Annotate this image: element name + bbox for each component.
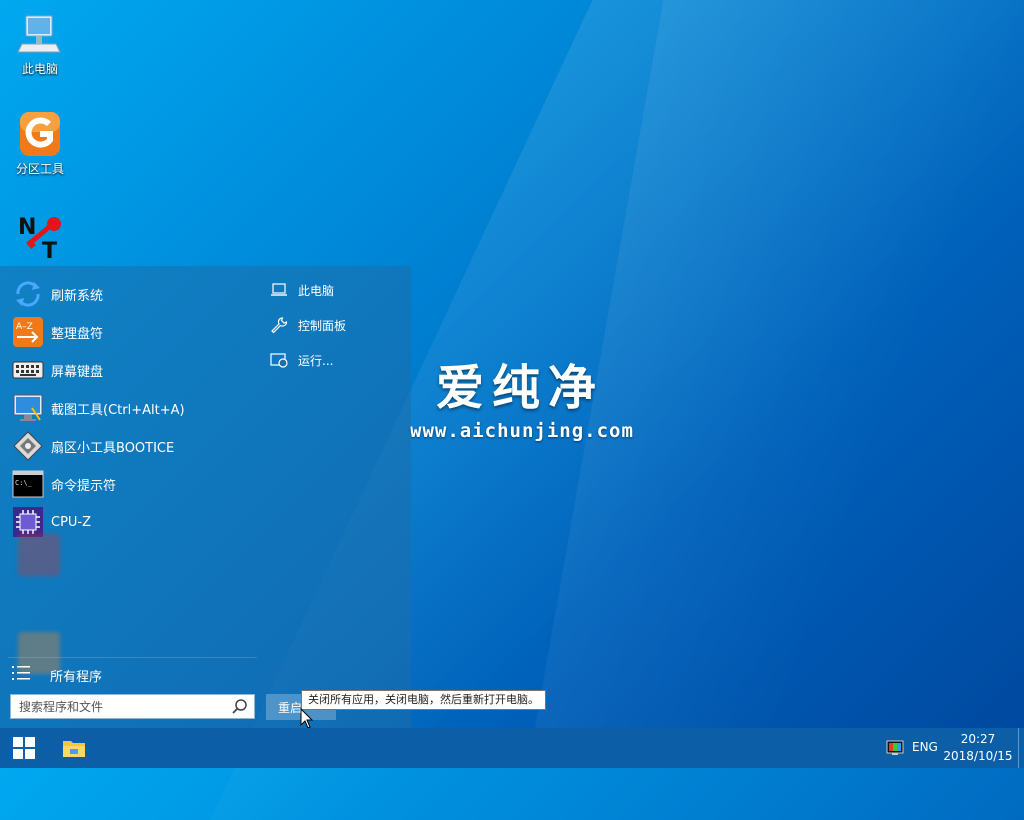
- start-menu-app-list: 刷新系统 A–Z 整理盘符 屏幕键盘 截图工具(Ctrl+Alt+A) 扇区小工…: [0, 266, 257, 728]
- clock-date: 2018/10/15: [943, 749, 1013, 763]
- input-language-indicator[interactable]: ENG: [912, 740, 938, 754]
- blurred-desktop-icon: [18, 534, 60, 576]
- app-item-label: 命令提示符: [51, 478, 117, 494]
- desktop-icon-label: 分区工具: [15, 162, 64, 176]
- app-item-bootice[interactable]: 扇区小工具BOOTICE: [12, 429, 252, 463]
- partition-tool-icon: [16, 110, 64, 158]
- computer-icon: [16, 10, 64, 58]
- app-item-label: CPU-Z: [51, 514, 92, 530]
- run-icon: [270, 351, 288, 369]
- restart-tooltip: 关闭所有应用，关闭电脑，然后重新打开电脑。: [301, 690, 546, 710]
- start-menu: 刷新系统 A–Z 整理盘符 屏幕键盘 截图工具(Ctrl+Alt+A) 扇区小工…: [0, 266, 411, 728]
- start-menu-divider: [8, 657, 257, 658]
- app-item-label: 截图工具(Ctrl+Alt+A): [51, 402, 185, 418]
- all-programs-label: 所有程序: [50, 669, 103, 685]
- desktop-icon-this-pc[interactable]: 此电脑: [10, 10, 70, 77]
- search-icon[interactable]: [230, 697, 250, 717]
- svg-text:A–Z: A–Z: [16, 322, 33, 332]
- all-programs-button[interactable]: 所有程序: [12, 662, 252, 688]
- app-item-screenshot-tool[interactable]: 截图工具(Ctrl+Alt+A): [12, 391, 252, 425]
- bootice-disk-icon: [12, 430, 44, 462]
- screenshot-monitor-icon: [12, 392, 44, 424]
- svg-text:C:\_: C:\_: [15, 479, 33, 487]
- svg-text:T: T: [42, 239, 57, 260]
- right-item-label: 运行...: [298, 353, 334, 368]
- right-item-run[interactable]: 运行...: [270, 347, 333, 373]
- folder-icon: [63, 741, 85, 757]
- nt-key-icon: N T: [16, 212, 64, 264]
- brand-name: 爱纯净: [435, 360, 604, 416]
- app-item-label: 整理盘符: [51, 326, 104, 342]
- app-item-command-prompt[interactable]: C:\_ 命令提示符: [12, 467, 252, 501]
- app-item-label: 屏幕键盘: [51, 364, 104, 380]
- start-search-box[interactable]: [10, 694, 255, 719]
- desktop-icon-nt-password[interactable]: N T: [10, 212, 70, 264]
- show-desktop-button[interactable]: [1018, 728, 1019, 768]
- desktop-icon-partition-tool[interactable]: 分区工具: [10, 110, 70, 177]
- svg-text:N: N: [18, 215, 36, 240]
- taskbar: ENG 20:27 2018/10/15: [0, 728, 1024, 768]
- start-button[interactable]: [0, 728, 48, 768]
- app-item-label: 扇区小工具BOOTICE: [51, 440, 175, 456]
- refresh-icon: [12, 278, 44, 310]
- wrench-icon: [270, 316, 288, 334]
- mouse-cursor-icon: [300, 707, 314, 730]
- desktop-icon-label: 此电脑: [21, 62, 58, 76]
- right-item-control-panel[interactable]: 控制面板: [270, 312, 346, 338]
- keyboard-icon: [12, 354, 44, 386]
- brand-url: www.aichunjing.com: [410, 420, 634, 442]
- right-item-label: 此电脑: [298, 283, 335, 298]
- sort-az-icon: A–Z: [12, 316, 44, 348]
- taskbar-clock[interactable]: 20:27 2018/10/15: [940, 731, 1016, 765]
- app-item-sort-drive-letters[interactable]: A–Z 整理盘符: [12, 315, 252, 349]
- right-item-this-pc[interactable]: 此电脑: [270, 277, 334, 303]
- right-item-label: 控制面板: [298, 318, 347, 333]
- clock-time: 20:27: [960, 732, 996, 746]
- laptop-icon: [270, 281, 288, 299]
- search-input[interactable]: [11, 695, 230, 718]
- app-item-on-screen-keyboard[interactable]: 屏幕键盘: [12, 353, 252, 387]
- app-item-label: 刷新系统: [51, 288, 104, 304]
- windows-logo-icon: [13, 737, 35, 759]
- display-color-tray-icon[interactable]: [886, 739, 904, 757]
- app-item-refresh-system[interactable]: 刷新系统: [12, 277, 252, 311]
- list-icon: [12, 665, 34, 685]
- brand-watermark: 爱纯净 www.aichunjing.com: [410, 348, 634, 442]
- command-prompt-icon: C:\_: [12, 468, 44, 500]
- taskbar-file-explorer[interactable]: [50, 728, 98, 768]
